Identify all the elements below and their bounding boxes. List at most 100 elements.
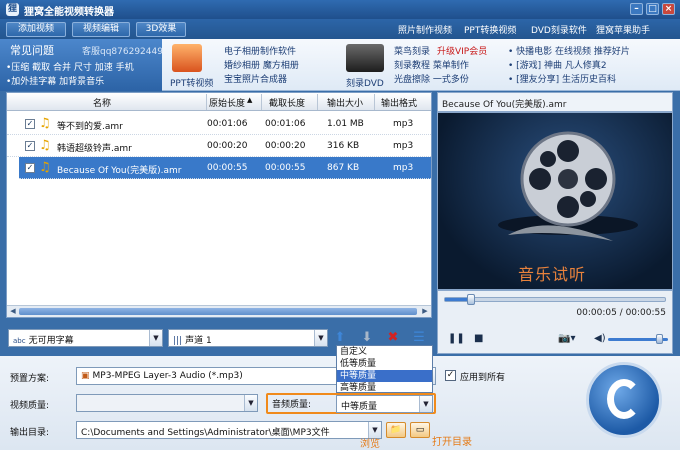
row-checkbox[interactable]: ✓ bbox=[25, 141, 35, 151]
apply-all-label: 应用到所有 bbox=[460, 373, 506, 383]
faq-links-2[interactable]: •加外挂字幕 加背景音乐 bbox=[6, 74, 104, 87]
link-ppt-video[interactable]: PPT转换视频 bbox=[464, 23, 516, 36]
audio-track-select[interactable]: ||| 声道 1 ▼ bbox=[168, 329, 328, 347]
open-dir-button[interactable]: ▭ bbox=[410, 422, 430, 438]
add-video-button[interactable]: 添加视频 bbox=[6, 22, 66, 37]
table-row-selected[interactable]: ✓ ♫ Because Of You(完美版).amr 00:00:55 00:… bbox=[19, 157, 431, 179]
faq-panel: 常见问题 客服qq876292449 •压缩 截取 合并 尺寸 加速 手机 •加… bbox=[0, 39, 163, 91]
chevron-down-icon: ▼ bbox=[419, 396, 432, 412]
scroll-left-icon[interactable]: ◀ bbox=[8, 307, 18, 316]
file-name: 等不到的爱.amr bbox=[57, 122, 123, 132]
row-checkbox[interactable]: ✓ bbox=[25, 163, 35, 173]
file-list: 名称 原始长度 ▲ 截取长度 输出大小 输出格式 ✓ ♫ 等不到的爱.amr 0… bbox=[6, 92, 432, 318]
time-readout: 00:00:05 / 00:00:55 bbox=[576, 308, 666, 318]
close-button[interactable]: × bbox=[662, 3, 675, 15]
audio-quality-value: 中等质量 bbox=[341, 402, 378, 412]
effect-3d-button[interactable]: 3D效果 bbox=[136, 22, 186, 37]
cut-length: 00:00:55 bbox=[265, 163, 306, 173]
output-dir-select[interactable]: C:\Documents and Settings\Administrator\… bbox=[76, 421, 382, 439]
move-up-icon[interactable]: ⬆ bbox=[333, 331, 347, 345]
burn-dvd-link[interactable]: 刻录DVD bbox=[346, 76, 384, 89]
mp3-format-icon: ▣ bbox=[81, 371, 90, 381]
convert-arrow-icon bbox=[607, 379, 641, 419]
apply-all-checkbox[interactable]: ✓ bbox=[445, 370, 456, 381]
cut-length: 00:01:06 bbox=[265, 119, 306, 129]
link-photo-video[interactable]: 照片制作视频 bbox=[398, 23, 452, 36]
volume-icon[interactable]: ◀) bbox=[594, 333, 606, 344]
stop-icon[interactable]: ■ bbox=[474, 333, 483, 344]
faq-title[interactable]: 常见问题 bbox=[10, 42, 54, 58]
minimize-button[interactable]: – bbox=[630, 3, 643, 15]
volume-slider[interactable] bbox=[608, 334, 668, 344]
faq-links-1[interactable]: •压缩 截取 合并 尺寸 加速 手机 bbox=[6, 60, 134, 73]
col-output-format-header[interactable]: 输出格式 bbox=[381, 96, 417, 109]
movie-links[interactable]: • 快播电影 在线视频 推荐好片 bbox=[508, 44, 630, 57]
seek-handle[interactable] bbox=[467, 294, 475, 305]
output-dir-value: C:\Documents and Settings\Administrator\… bbox=[81, 428, 330, 438]
browse-folder-button[interactable]: 📁 bbox=[386, 422, 406, 438]
horizontal-scrollbar[interactable]: ◀ ▶ bbox=[7, 305, 431, 317]
video-quality-select[interactable]: ▼ bbox=[76, 394, 258, 412]
burn-tutorial-link[interactable]: 刻录教程 菜单制作 bbox=[394, 58, 469, 71]
output-format: mp3 bbox=[393, 141, 414, 151]
table-row[interactable]: ✓ ♫ 韩语超级铃声.amr 00:00:20 00:00:20 316 KB … bbox=[7, 135, 431, 157]
open-folder-icon: ▭ bbox=[415, 425, 425, 435]
folder-icon: 📁 bbox=[390, 425, 402, 435]
volume-handle[interactable] bbox=[656, 334, 663, 344]
rookie-burn-link[interactable]: 菜鸟刻录 bbox=[394, 44, 430, 57]
move-down-icon[interactable]: ⬇ bbox=[360, 331, 374, 345]
preview-area: 音乐试听 bbox=[437, 112, 673, 290]
baby-photo-link[interactable]: 宝宝照片合成器 bbox=[224, 72, 287, 85]
audio-quality-select[interactable]: 中等质量 ▼ bbox=[336, 395, 433, 413]
pause-icon[interactable]: ❚❚ bbox=[448, 333, 465, 344]
col-name-header[interactable]: 名称 bbox=[93, 96, 111, 109]
col-cut-length-header[interactable]: 截取长度 bbox=[269, 96, 305, 109]
wedding-album-link[interactable]: 婚纱相册 魔方相册 bbox=[224, 58, 299, 71]
dvd-icon bbox=[346, 44, 384, 72]
col-orig-length-header[interactable]: 原始长度 bbox=[209, 96, 245, 109]
output-format: mp3 bbox=[393, 119, 414, 129]
ppt-to-video-link[interactable]: PPT转视频 bbox=[170, 76, 213, 89]
delete-icon[interactable]: ✖ bbox=[386, 331, 400, 345]
ppt-icon bbox=[172, 44, 202, 72]
quality-dropdown-list: 自定义 低等质量 中等质量 高等质量 bbox=[336, 345, 433, 393]
video-quality-label: 视频质量: bbox=[10, 401, 50, 411]
quality-option[interactable]: 低等质量 bbox=[337, 358, 432, 370]
scroll-right-icon[interactable]: ▶ bbox=[420, 307, 430, 316]
audio-file-icon: ♫ bbox=[39, 138, 51, 153]
quality-option-selected[interactable]: 中等质量 bbox=[337, 370, 432, 382]
edit-video-button[interactable]: 视频编辑 bbox=[72, 22, 130, 37]
link-apple-helper[interactable]: 狸窝苹果助手 bbox=[596, 23, 650, 36]
camera-icon[interactable]: 📷▾ bbox=[558, 333, 575, 344]
share-links[interactable]: • [狸友分享] 生活历史百科 bbox=[508, 72, 616, 85]
seek-bar[interactable] bbox=[444, 294, 666, 305]
start-convert-button[interactable] bbox=[586, 362, 662, 438]
disc-erase-link[interactable]: 光盘擦除 一式多份 bbox=[394, 72, 469, 85]
output-format: mp3 bbox=[393, 163, 414, 173]
album-software-link[interactable]: 电子相册制作软件 bbox=[224, 44, 296, 57]
subtitle-select[interactable]: abc 无可用字幕 ▼ bbox=[8, 329, 163, 347]
audio-file-icon: ♫ bbox=[39, 160, 51, 175]
col-output-size-header[interactable]: 输出大小 bbox=[327, 96, 363, 109]
subtitle-icon: abc bbox=[13, 337, 26, 345]
preview-title: Because Of You(完美版).amr bbox=[437, 92, 673, 112]
scroll-thumb[interactable] bbox=[19, 308, 417, 315]
vip-upgrade-link[interactable]: 升级VIP会员 bbox=[437, 44, 487, 57]
game-links[interactable]: • [游戏] 神曲 凡人修真2 bbox=[508, 58, 607, 71]
app-logo-icon: 狸 bbox=[6, 3, 19, 16]
link-dvd-burn[interactable]: DVD刻录软件 bbox=[531, 23, 587, 36]
preset-label: 预置方案: bbox=[10, 374, 50, 384]
output-size: 1.01 MB bbox=[327, 119, 364, 129]
chevron-down-icon: ▼ bbox=[244, 395, 257, 411]
chevron-down-icon: ▼ bbox=[149, 330, 162, 346]
orig-length: 00:00:20 bbox=[207, 141, 248, 151]
row-checkbox[interactable]: ✓ bbox=[25, 119, 35, 129]
clear-list-icon[interactable]: ☰ bbox=[412, 331, 426, 345]
cut-length: 00:00:20 bbox=[265, 141, 306, 151]
table-row[interactable]: ✓ ♫ 等不到的爱.amr 00:01:06 00:01:06 1.01 MB … bbox=[7, 113, 431, 135]
open-dir-hint: 打开目录 bbox=[432, 437, 472, 448]
quality-option[interactable]: 高等质量 bbox=[337, 382, 432, 394]
quality-option[interactable]: 自定义 bbox=[337, 346, 432, 358]
audio-file-icon: ♫ bbox=[39, 116, 51, 131]
maximize-button[interactable]: □ bbox=[646, 3, 659, 15]
